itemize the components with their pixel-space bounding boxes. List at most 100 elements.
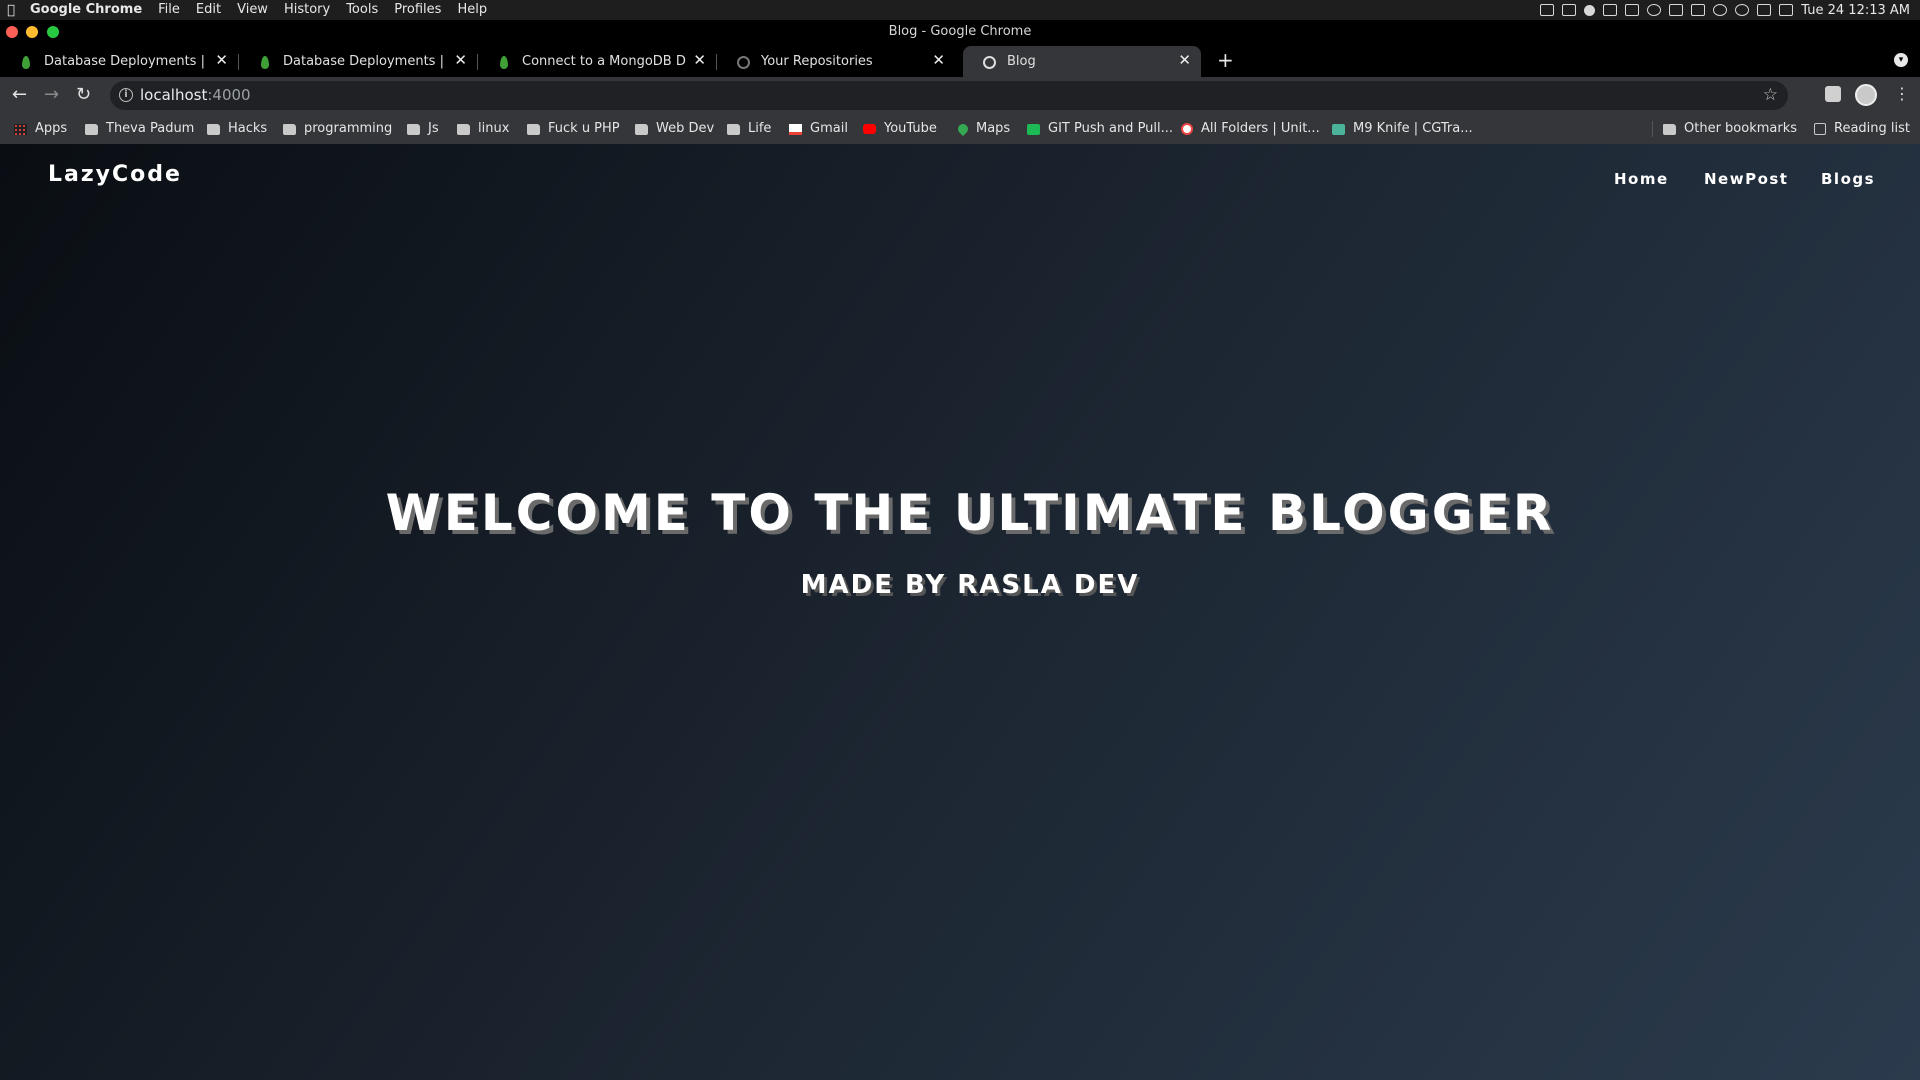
more-menu-icon[interactable]: ⋮ xyxy=(1894,86,1910,102)
tab-connect-mongodb[interactable]: Connect to a MongoDB Datal ✕ xyxy=(478,46,717,77)
close-tab-icon[interactable]: ✕ xyxy=(932,51,945,69)
site-info-icon[interactable]: i xyxy=(119,88,133,102)
bookmark-label: Web Dev xyxy=(656,121,715,136)
folder-icon xyxy=(727,123,740,135)
location-icon[interactable] xyxy=(1647,4,1662,16)
volume-icon[interactable] xyxy=(1669,4,1684,16)
nav-newpost-link[interactable]: NewPost xyxy=(1704,170,1788,188)
site-brand-logo[interactable]: LazyCode xyxy=(48,162,182,187)
url-port: :4000 xyxy=(207,86,251,104)
tab-your-repositories[interactable]: Your Repositories ✕ xyxy=(717,46,955,77)
folder-icon xyxy=(457,123,470,135)
tab-search-icon[interactable]: ▾ xyxy=(1894,53,1908,67)
forward-icon[interactable]: → xyxy=(44,85,59,105)
bookmark-star-icon[interactable]: ☆ xyxy=(1763,81,1778,110)
folder-icon xyxy=(1663,123,1676,135)
tab-label: Connect to a MongoDB Datal xyxy=(522,54,686,69)
nav-home-link[interactable]: Home xyxy=(1614,170,1669,188)
new-tab-icon[interactable]: + xyxy=(1217,48,1234,72)
bookmark-label: Theva Padum xyxy=(106,121,195,136)
reading-list-icon xyxy=(1814,123,1826,135)
bookmark-label: M9 Knife | CGTra... xyxy=(1353,121,1473,136)
bookmark-all-folders[interactable]: All Folders | Unit... xyxy=(1181,114,1320,144)
clipboard-icon[interactable] xyxy=(1603,4,1618,16)
hero-subtitle: MADE BY RASLA DEV xyxy=(800,570,1140,600)
bookmark-label: GIT Push and Pull... xyxy=(1048,121,1174,136)
tab-strip: Database Deployments | Atla ✕ Database D… xyxy=(0,44,1920,77)
bookmark-web-dev[interactable]: Web Dev xyxy=(635,114,714,144)
reading-list-label: Reading list xyxy=(1834,121,1910,136)
window-title: Blog - Google Chrome xyxy=(888,24,1032,39)
phone-icon[interactable] xyxy=(1625,4,1640,16)
close-tab-icon[interactable]: ✕ xyxy=(693,51,706,69)
minimize-window-button[interactable] xyxy=(26,26,38,38)
tab-database-deployments-1[interactable]: Database Deployments | Atla ✕ xyxy=(0,46,239,77)
folder-icon xyxy=(527,123,540,135)
bookmark-label: Apps xyxy=(35,121,68,136)
bookmark-hacks[interactable]: Hacks xyxy=(207,114,267,144)
reading-list-button[interactable]: Reading list xyxy=(1814,114,1910,144)
youtube-icon xyxy=(863,124,876,134)
check-circle-icon[interactable] xyxy=(1584,4,1596,16)
close-window-button[interactable] xyxy=(6,26,18,38)
menu-app-name[interactable]: Google Chrome xyxy=(22,0,150,20)
bookmark-git-push-pull[interactable]: GIT Push and Pull... xyxy=(1027,114,1173,144)
tab-database-deployments-2[interactable]: Database Deployments | Atla ✕ xyxy=(239,46,478,77)
folders-icon xyxy=(1181,123,1193,135)
apps-grid-icon xyxy=(14,123,27,135)
nav-blogs-link[interactable]: Blogs xyxy=(1821,170,1875,188)
battery-icon[interactable] xyxy=(1691,4,1706,16)
close-tab-icon[interactable]: ✕ xyxy=(454,51,467,69)
menu-profiles[interactable]: Profiles xyxy=(386,0,449,20)
bookmark-apps[interactable]: Apps xyxy=(14,114,67,144)
close-tab-icon[interactable]: ✕ xyxy=(1178,51,1191,69)
bookmark-youtube[interactable]: YouTube xyxy=(863,114,937,144)
menu-file[interactable]: File xyxy=(150,0,188,20)
menu-help[interactable]: Help xyxy=(449,0,495,20)
menu-tools[interactable]: Tools xyxy=(338,0,386,20)
close-tab-icon[interactable]: ✕ xyxy=(215,51,228,69)
bookmark-label: linux xyxy=(478,121,510,136)
bookmark-other-bookmarks[interactable]: Other bookmarks xyxy=(1663,114,1797,144)
address-bar[interactable]: i localhost:4000 ☆ xyxy=(110,81,1788,110)
bookmark-maps[interactable]: Maps xyxy=(955,114,1011,144)
extensions-puzzle-icon[interactable] xyxy=(1825,86,1841,102)
menu-edit[interactable]: Edit xyxy=(188,0,229,20)
bookmark-label: Maps xyxy=(976,121,1011,136)
keyboard-icon[interactable] xyxy=(1540,4,1555,16)
back-icon[interactable]: ← xyxy=(12,85,27,105)
bookmark-label: Fuck u PHP xyxy=(548,121,620,136)
menu-history[interactable]: History xyxy=(276,0,338,20)
clock[interactable]: Tue 24 12:13 AM xyxy=(1801,3,1910,18)
bookmark-label: Js xyxy=(428,121,439,136)
tab-label: Your Repositories xyxy=(761,54,873,69)
screens-icon[interactable] xyxy=(1562,4,1577,16)
bluetooth-icon[interactable] xyxy=(1713,4,1728,16)
menu-view[interactable]: View xyxy=(229,0,276,20)
folder-icon xyxy=(85,123,98,135)
bookmark-label: Life xyxy=(748,121,772,136)
bookmark-gmail[interactable]: Gmail xyxy=(789,114,848,144)
tab-label: Database Deployments | Atla xyxy=(44,54,208,69)
mongodb-leaf-icon xyxy=(22,56,30,69)
bookmark-programming[interactable]: programming xyxy=(283,114,392,144)
url-host: localhost xyxy=(140,86,208,104)
cgtrader-icon xyxy=(1332,123,1345,135)
bookmark-m9-knife[interactable]: M9 Knife | CGTra... xyxy=(1332,114,1473,144)
github-icon xyxy=(737,56,750,69)
bookmark-theva-padum[interactable]: Theva Padum xyxy=(85,114,194,144)
profile-avatar[interactable] xyxy=(1855,84,1877,106)
wifi-icon[interactable] xyxy=(1735,4,1750,16)
bookmark-life[interactable]: Life xyxy=(727,114,771,144)
bookmark-fuck-u-php[interactable]: Fuck u PHP xyxy=(527,114,620,144)
chevron-down-icon[interactable] xyxy=(1757,4,1772,16)
tab-label: Database Deployments | Atla xyxy=(283,54,447,69)
apple-icon[interactable]:  xyxy=(0,3,22,18)
macos-menu-bar:  Google Chrome File Edit View History T… xyxy=(0,0,1920,20)
zoom-window-button[interactable] xyxy=(47,26,59,38)
bookmark-linux[interactable]: linux xyxy=(457,114,509,144)
bookmark-js[interactable]: Js xyxy=(407,114,439,144)
reload-icon[interactable]: ↻ xyxy=(76,85,91,105)
trash-icon[interactable] xyxy=(1779,4,1794,16)
tab-blog[interactable]: Blog ✕ xyxy=(963,46,1201,77)
